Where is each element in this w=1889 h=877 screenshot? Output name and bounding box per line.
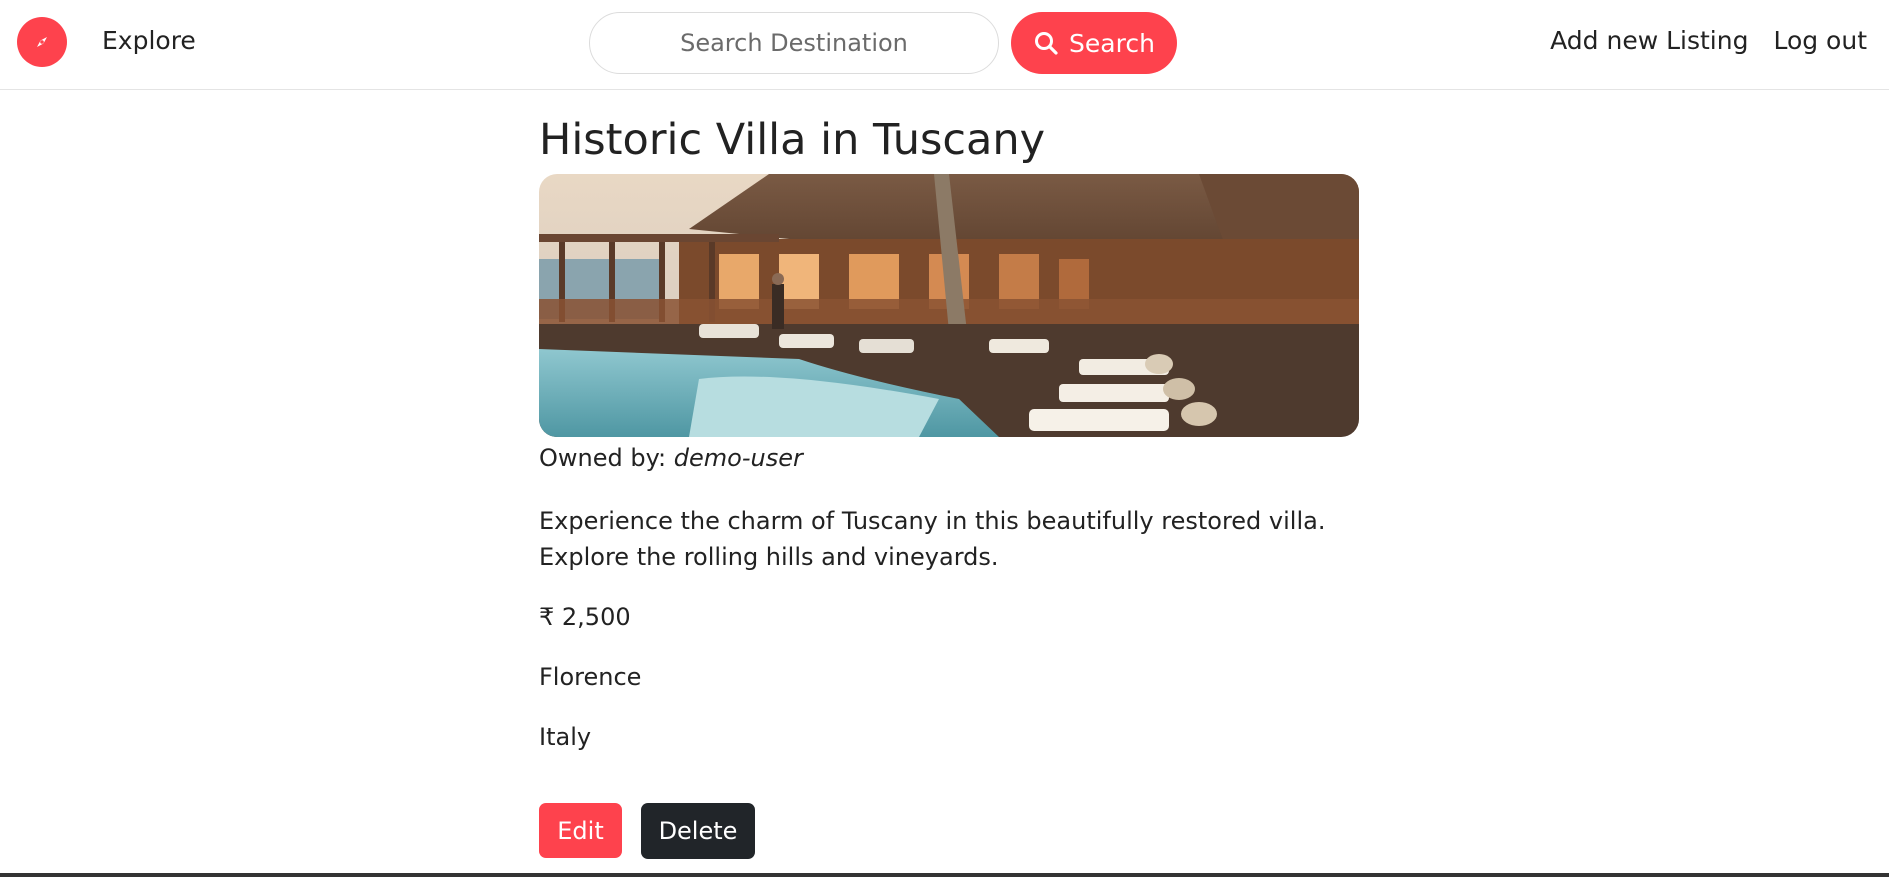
- listing-actions: Edit Delete: [539, 803, 1359, 859]
- owner-name: demo-user: [673, 444, 803, 472]
- listing-country: Italy: [539, 723, 592, 751]
- search-destination-input[interactable]: [589, 12, 999, 74]
- footer-divider: [0, 873, 1889, 877]
- add-new-listing-link[interactable]: Add new Listing: [1550, 26, 1748, 55]
- owner-line: Owned by: demo-user: [539, 443, 1359, 473]
- compass-icon: [37, 37, 47, 47]
- search-button-label: Search: [1069, 28, 1155, 58]
- listing-detail: Historic Villa in Tuscany Owned by: demo…: [539, 90, 1359, 859]
- edit-button[interactable]: Edit: [539, 803, 622, 858]
- nav-right-links: Add new Listing Log out: [1550, 26, 1867, 55]
- listing-title: Historic Villa in Tuscany: [539, 115, 1046, 165]
- delete-button[interactable]: Delete: [641, 803, 755, 859]
- search-icon: [1035, 32, 1058, 55]
- nav-explore-link[interactable]: Explore: [102, 26, 196, 55]
- listing-image: [539, 174, 1359, 437]
- navbar: Explore Search Add new Listing Log out: [0, 0, 1889, 90]
- listing-description: Experience the charm of Tuscany in this …: [539, 507, 1326, 571]
- logout-link[interactable]: Log out: [1773, 26, 1867, 55]
- owner-prefix: Owned by:: [539, 444, 674, 472]
- listing-price: ₹ 2,500: [539, 603, 631, 631]
- listing-location: Florence: [539, 663, 642, 691]
- search-button[interactable]: Search: [1011, 12, 1177, 74]
- villa-pool-photo: [539, 174, 1359, 437]
- compass-logo-icon[interactable]: [17, 17, 67, 67]
